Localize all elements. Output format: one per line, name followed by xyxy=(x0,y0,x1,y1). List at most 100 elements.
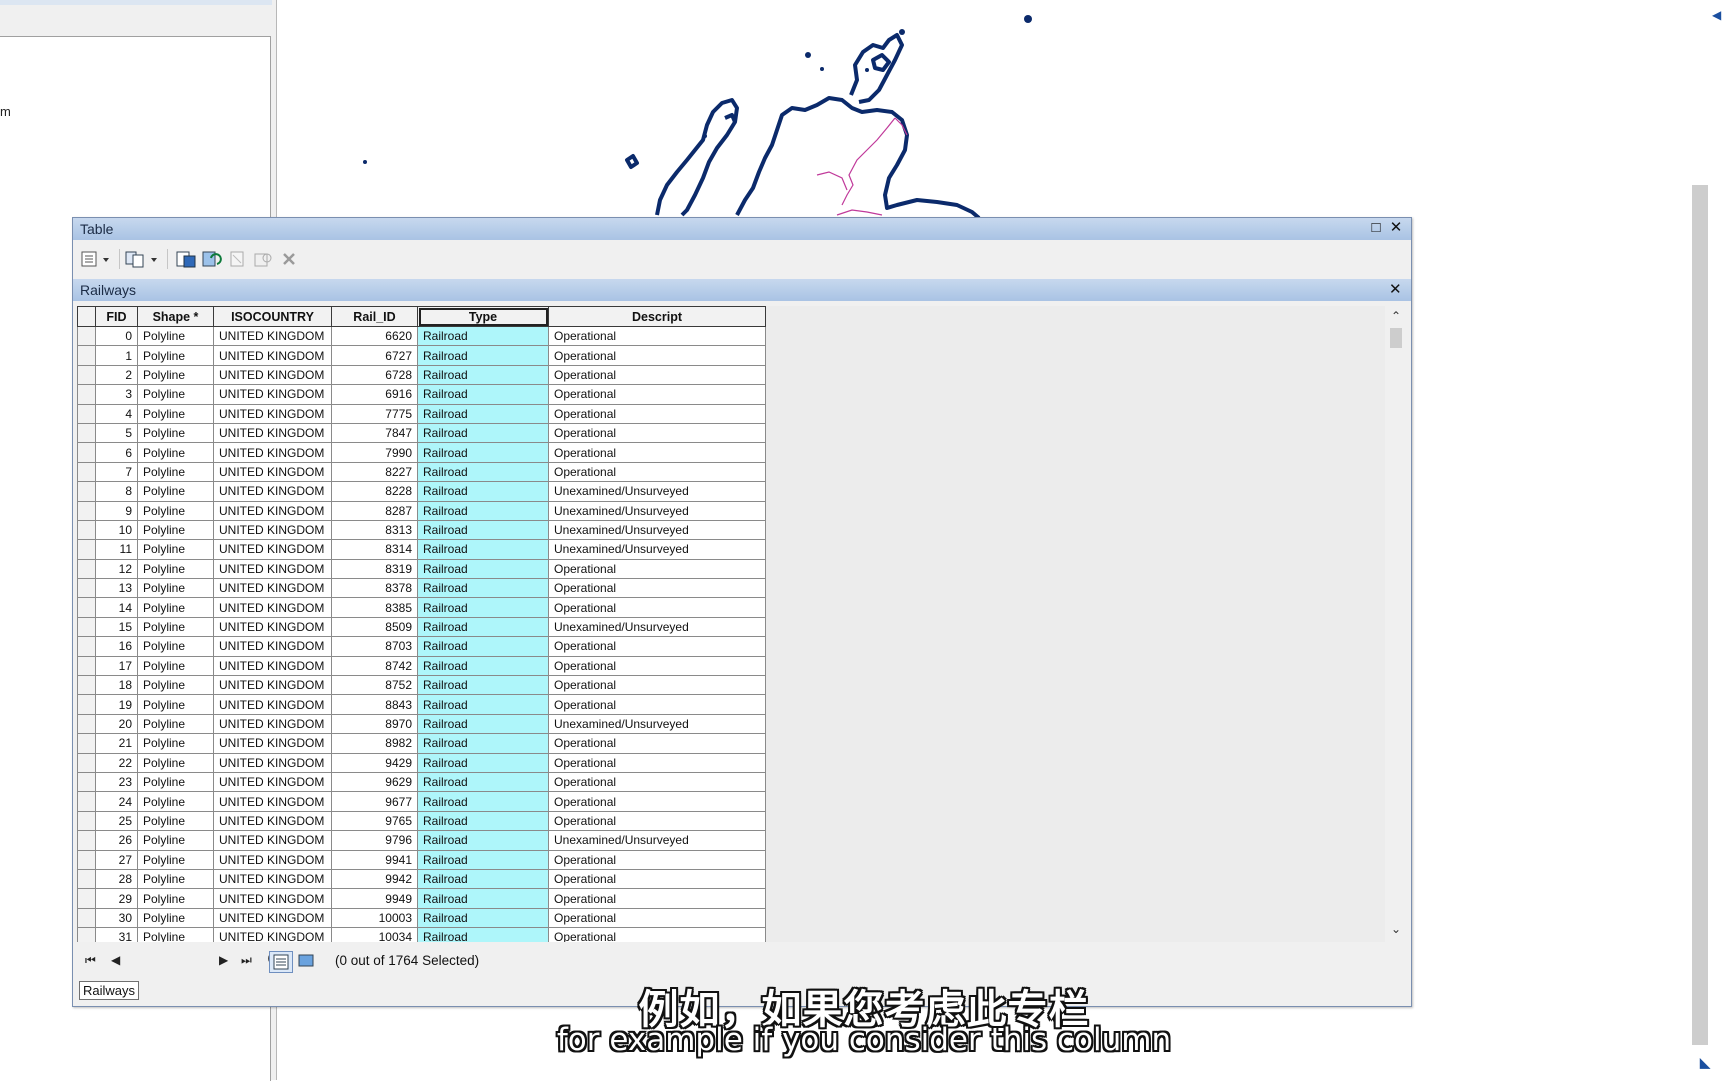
table-cell[interactable]: UNITED KINGDOM xyxy=(213,752,332,773)
table-cell[interactable]: Railroad xyxy=(417,558,549,580)
table-cell[interactable]: 8313 xyxy=(331,519,418,541)
row-selector[interactable] xyxy=(77,791,96,812)
table-cell[interactable]: 28 xyxy=(95,868,138,890)
row-selector[interactable] xyxy=(77,868,96,890)
table-cell[interactable]: Operational xyxy=(548,694,766,715)
table-cell[interactable]: UNITED KINGDOM xyxy=(213,597,332,618)
table-cell[interactable]: Railroad xyxy=(417,519,549,541)
table-cell[interactable]: UNITED KINGDOM xyxy=(213,461,332,483)
table-cell[interactable]: Polyline xyxy=(137,655,214,677)
row-selector[interactable] xyxy=(77,675,96,696)
table-cell[interactable]: Railroad xyxy=(417,325,549,347)
table-row[interactable]: 23 Polyline UNITED KINGDOM 9629 Railroad Oper… xyxy=(77,771,766,793)
table-cell[interactable]: UNITED KINGDOM xyxy=(213,422,332,444)
table-cell[interactable]: Railroad xyxy=(417,868,549,890)
table-cell[interactable]: UNITED KINGDOM xyxy=(213,325,332,347)
table-cell[interactable]: 27 xyxy=(95,849,138,870)
table-cell[interactable]: 25 xyxy=(95,810,138,832)
row-selector[interactable] xyxy=(77,345,96,366)
last-record-icon[interactable]: ⏭ xyxy=(241,953,252,968)
table-cell[interactable]: 10003 xyxy=(331,907,418,929)
table-cell[interactable]: Operational xyxy=(548,325,766,347)
row-selector[interactable] xyxy=(77,442,96,463)
row-selector[interactable] xyxy=(77,694,96,715)
table-cell[interactable]: Railroad xyxy=(417,713,549,735)
table-cell[interactable]: Polyline xyxy=(137,500,214,521)
scroll-down-icon[interactable]: ⌄ xyxy=(1388,922,1404,938)
table-cell[interactable]: 7775 xyxy=(331,403,418,424)
table-cell[interactable]: Unexamined/Unsurveyed xyxy=(548,713,766,735)
table-cell[interactable]: Operational xyxy=(548,364,766,386)
table-cell[interactable]: 8843 xyxy=(331,694,418,715)
row-selector[interactable] xyxy=(77,616,96,638)
table-cell[interactable]: 11 xyxy=(95,539,138,560)
table-cell[interactable]: Railroad xyxy=(417,694,549,715)
table-cell[interactable]: 8703 xyxy=(331,636,418,657)
row-selector[interactable] xyxy=(77,539,96,560)
table-cell[interactable]: Railroad xyxy=(417,442,549,463)
table-row[interactable]: 4 Polyline UNITED KINGDOM 7775 Railroad Opera… xyxy=(77,403,766,424)
row-selector[interactable] xyxy=(77,403,96,424)
row-selector-header[interactable] xyxy=(77,306,96,327)
table-cell[interactable]: UNITED KINGDOM xyxy=(213,539,332,560)
table-cell[interactable]: Polyline xyxy=(137,907,214,929)
table-cell[interactable]: Polyline xyxy=(137,675,214,696)
table-cell[interactable]: Operational xyxy=(548,752,766,773)
table-cell[interactable]: Polyline xyxy=(137,384,214,405)
table-cell[interactable]: Operational xyxy=(548,791,766,812)
table-row[interactable]: 10 Polyline UNITED KINGDOM 8313 Railroad Unex… xyxy=(77,519,766,541)
attribute-grid[interactable]: FID Shape * ISOCOUNTRY Rail_ID Type Descript … xyxy=(77,306,1385,942)
table-cell[interactable]: Operational xyxy=(548,422,766,444)
table-cell[interactable]: 9765 xyxy=(331,810,418,832)
table-cell[interactable]: 17 xyxy=(95,655,138,677)
table-cell[interactable]: 7990 xyxy=(331,442,418,463)
table-row[interactable]: 9 Polyline UNITED KINGDOM 8287 Railroad Unexa… xyxy=(77,500,766,521)
right-scrollbar[interactable] xyxy=(1692,185,1708,1045)
table-cell[interactable]: Operational xyxy=(548,442,766,463)
table-cell[interactable]: 8314 xyxy=(331,539,418,560)
table-cell[interactable]: Operational xyxy=(548,907,766,929)
table-cell[interactable]: Railroad xyxy=(417,907,549,929)
table-row[interactable]: 3 Polyline UNITED KINGDOM 6916 Railroad Opera… xyxy=(77,384,766,405)
table-cell[interactable]: Railroad xyxy=(417,616,549,638)
table-cell[interactable]: Railroad xyxy=(417,830,549,851)
table-cell[interactable]: 3 xyxy=(95,384,138,405)
table-cell[interactable]: Operational xyxy=(548,771,766,793)
table-cell[interactable]: UNITED KINGDOM xyxy=(213,888,332,909)
table-cell[interactable]: 16 xyxy=(95,636,138,657)
table-cell[interactable]: 2 xyxy=(95,364,138,386)
row-selector[interactable] xyxy=(77,810,96,832)
table-cell[interactable]: Operational xyxy=(548,888,766,909)
table-cell[interactable]: 8385 xyxy=(331,597,418,618)
table-cell[interactable]: Operational xyxy=(548,578,766,599)
table-cell[interactable]: 6620 xyxy=(331,325,418,347)
row-selector[interactable] xyxy=(77,888,96,909)
scroll-up-icon[interactable]: ⌃ xyxy=(1388,309,1404,325)
table-cell[interactable]: Polyline xyxy=(137,713,214,735)
table-cell[interactable]: UNITED KINGDOM xyxy=(213,384,332,405)
table-cell[interactable]: Unexamined/Unsurveyed xyxy=(548,481,766,502)
right-arrow-icon[interactable]: ◀ xyxy=(1712,8,1721,22)
row-selector[interactable] xyxy=(77,597,96,618)
table-cell[interactable]: Railroad xyxy=(417,481,549,502)
table-cell[interactable]: 23 xyxy=(95,771,138,793)
table-cell[interactable]: 20 xyxy=(95,713,138,735)
table-cell[interactable]: 4 xyxy=(95,403,138,424)
switch-selection-icon[interactable] xyxy=(201,249,223,269)
table-cell[interactable]: Railroad xyxy=(417,578,549,599)
table-row[interactable]: 5 Polyline UNITED KINGDOM 7847 Railroad Opera… xyxy=(77,422,766,444)
row-selector[interactable] xyxy=(77,325,96,347)
table-cell[interactable]: Railroad xyxy=(417,733,549,754)
tab-close-icon[interactable]: ✕ xyxy=(1389,280,1402,298)
table-cell[interactable]: Operational xyxy=(548,849,766,870)
table-cell[interactable]: Railroad xyxy=(417,422,549,444)
table-cell[interactable]: Polyline xyxy=(137,810,214,832)
table-cell[interactable]: Unexamined/Unsurveyed xyxy=(548,616,766,638)
table-cell[interactable]: UNITED KINGDOM xyxy=(213,927,332,942)
table-cell[interactable]: Polyline xyxy=(137,694,214,715)
table-cell[interactable]: UNITED KINGDOM xyxy=(213,636,332,657)
table-cell[interactable]: 7847 xyxy=(331,422,418,444)
row-selector[interactable] xyxy=(77,578,96,599)
table-cell[interactable]: Railroad xyxy=(417,810,549,832)
table-cell[interactable]: 8742 xyxy=(331,655,418,677)
